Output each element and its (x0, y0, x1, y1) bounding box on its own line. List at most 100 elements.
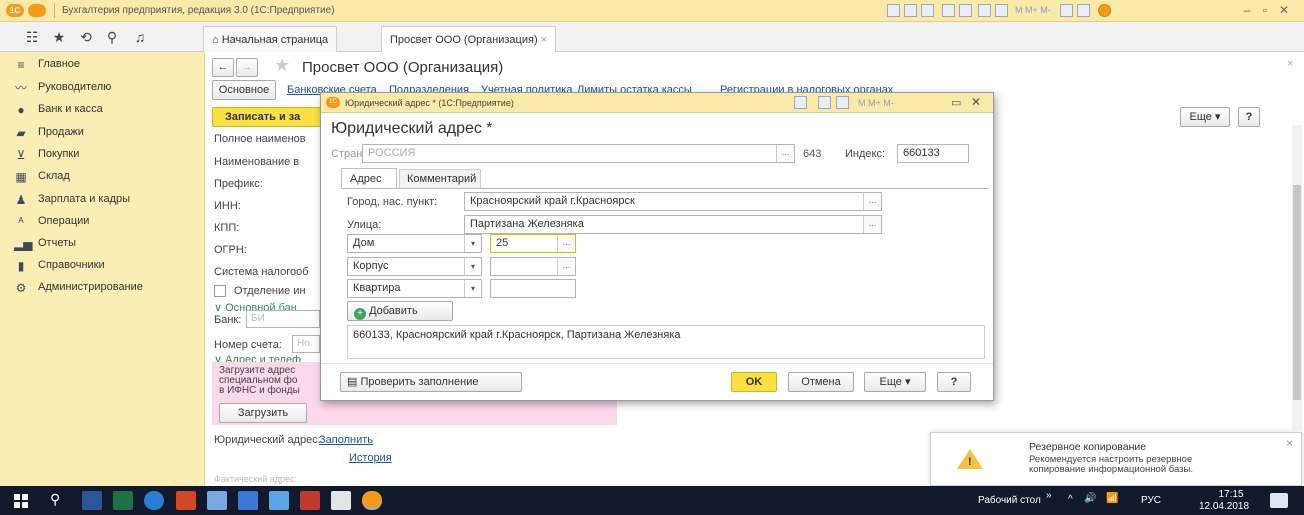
windows-start-icon[interactable] (14, 494, 28, 508)
house-select-button[interactable]: ... (557, 235, 575, 252)
sidebar-item-sales[interactable]: ▰ Продажи (0, 122, 205, 144)
copy-icon[interactable] (959, 4, 972, 17)
tab-main-button[interactable]: Основное (212, 80, 276, 100)
forward-button[interactable]: → (236, 58, 258, 77)
calendar-icon[interactable] (995, 4, 1008, 17)
fill-address-link[interactable]: Заполнить (319, 434, 373, 446)
search-icon[interactable]: ⚲ (104, 29, 120, 45)
backup-notification[interactable]: ! Резервное копирование Рекомендуется на… (930, 432, 1302, 486)
link-icon[interactable] (942, 4, 955, 17)
clock-date[interactable]: 12.04.2018 (1194, 501, 1254, 512)
ok-button[interactable]: OK (731, 372, 777, 392)
folder-icon[interactable] (269, 491, 289, 510)
tray-up-icon[interactable]: ^ (1068, 494, 1073, 505)
tab-address[interactable]: Адрес (341, 168, 397, 188)
history-link[interactable]: История (349, 452, 392, 464)
close-button[interactable]: ✕ (1277, 3, 1291, 17)
calculator-icon[interactable] (818, 96, 831, 109)
browser-icon[interactable] (144, 491, 164, 510)
cancel-button[interactable]: Отмена (788, 372, 854, 392)
info-icon[interactable] (1098, 4, 1111, 17)
scrollbar-thumb[interactable] (1293, 185, 1301, 400)
country-input[interactable]: РОССИЯ (362, 144, 795, 163)
sidebar-item-bank[interactable]: ● Банк и касса (0, 99, 205, 121)
history-icon[interactable]: ⟲ (78, 29, 94, 45)
language-indicator[interactable]: РУС (1141, 495, 1161, 506)
search-icon[interactable] (921, 4, 934, 17)
scrollbar[interactable] (1292, 125, 1302, 430)
sidebar-item-salary[interactable]: ♟ Зарплата и кадры (0, 189, 205, 211)
main-menu-icon[interactable] (28, 4, 46, 17)
print-icon[interactable] (794, 96, 807, 109)
save-disk-icon[interactable] (238, 491, 258, 510)
mail-icon[interactable] (331, 491, 351, 510)
print-icon[interactable] (887, 4, 900, 17)
tab-close-icon[interactable]: × (541, 34, 547, 46)
layout-icon[interactable] (1077, 4, 1090, 17)
load-button[interactable]: Загрузить (219, 403, 307, 423)
network-icon[interactable]: 📶 (1106, 493, 1118, 504)
bank-input[interactable]: БИ (246, 310, 320, 328)
app-icon[interactable] (207, 491, 227, 510)
tab-comment[interactable]: Комментарий (399, 169, 481, 188)
clock-time[interactable]: 17:15 (1211, 489, 1251, 500)
check-fill-button[interactable]: ▤ Проверить заполнение (340, 372, 522, 392)
help-button[interactable]: ? (1238, 107, 1260, 127)
maximize-button[interactable]: ▫ (1258, 3, 1272, 17)
favorite-star-icon[interactable]: ★ (274, 55, 290, 76)
sidebar-item-purchases[interactable]: ⊻ Покупки (0, 144, 205, 166)
street-input[interactable]: Партизана Железняка (464, 215, 882, 234)
search-icon[interactable]: ⚲ (50, 491, 60, 508)
save-close-button[interactable]: Записать и за (212, 107, 324, 127)
account-input[interactable]: Но (292, 335, 320, 353)
close-form-icon[interactable]: × (1287, 58, 1293, 70)
grid-menu-icon[interactable]: ☷ (24, 29, 40, 45)
excel-icon[interactable] (113, 491, 133, 510)
sidebar-item-reports[interactable]: ▂▅ Отчеты (0, 233, 205, 255)
calculator-icon[interactable] (978, 4, 991, 17)
calendar-icon[interactable] (836, 96, 849, 109)
building-select-button[interactable]: ... (557, 258, 575, 275)
country-select-button[interactable]: ... (776, 145, 794, 162)
sidebar-item-references[interactable]: ▮ Справочники (0, 255, 205, 277)
branch-checkbox[interactable] (214, 285, 226, 297)
back-button[interactable]: ← (212, 58, 234, 77)
notification-close-icon[interactable]: × (1286, 436, 1293, 450)
add-field-button[interactable]: + Добавить (347, 301, 453, 321)
tab-organization[interactable]: Просвет ООО (Организация) × (381, 26, 557, 53)
sidebar-item-main[interactable]: ≡ Главное (0, 54, 205, 76)
city-select-button[interactable]: ... (863, 193, 881, 210)
powerpoint-icon[interactable] (176, 491, 196, 510)
desktop-label[interactable]: Рабочий стол (978, 495, 1041, 506)
memory-buttons[interactable]: M M+ M- (1015, 5, 1051, 15)
notifications-icon[interactable] (1270, 493, 1288, 508)
save-icon[interactable] (904, 4, 917, 17)
bell-icon[interactable]: ♫ (132, 29, 148, 45)
1c-app-icon[interactable] (362, 491, 382, 510)
star-icon[interactable]: ★ (51, 29, 67, 45)
maximize-button[interactable]: ▭ (951, 96, 961, 109)
more-button[interactable]: Еще ▾ (1180, 107, 1230, 127)
street-select-button[interactable]: ... (863, 216, 881, 233)
index-input[interactable]: 660133 (897, 144, 969, 163)
dialog-help-button[interactable]: ? (937, 372, 971, 392)
app-logo-icon[interactable]: 1С (6, 4, 24, 17)
dialog-more-button[interactable]: Еще ▾ (864, 372, 926, 392)
zoom-icon[interactable] (1060, 4, 1073, 17)
word-icon[interactable] (82, 491, 102, 510)
media-icon[interactable] (300, 491, 320, 510)
apartment-type-select[interactable]: Квартира ▾ (347, 279, 482, 298)
sidebar-item-admin[interactable]: ⚙ Администрирование (0, 277, 205, 299)
tab-home[interactable]: ⌂ Начальная страница (203, 26, 338, 52)
city-input[interactable]: Красноярский край г.Красноярск (464, 192, 882, 211)
minimize-button[interactable]: – (1240, 3, 1254, 17)
sidebar-item-operations[interactable]: ᴬ Операции (0, 211, 205, 233)
sidebar-item-warehouse[interactable]: ▦ Склад (0, 166, 205, 188)
chevron-right-icon[interactable]: » (1046, 490, 1052, 501)
memory-buttons[interactable]: M M+ M- (858, 98, 894, 108)
apartment-input[interactable] (490, 279, 576, 298)
close-icon[interactable]: ✕ (971, 95, 981, 109)
house-type-select[interactable]: Дом ▾ (347, 234, 482, 253)
sidebar-item-manager[interactable]: 〰 Руководителю (0, 77, 205, 99)
volume-icon[interactable]: 🔊 (1084, 493, 1096, 504)
